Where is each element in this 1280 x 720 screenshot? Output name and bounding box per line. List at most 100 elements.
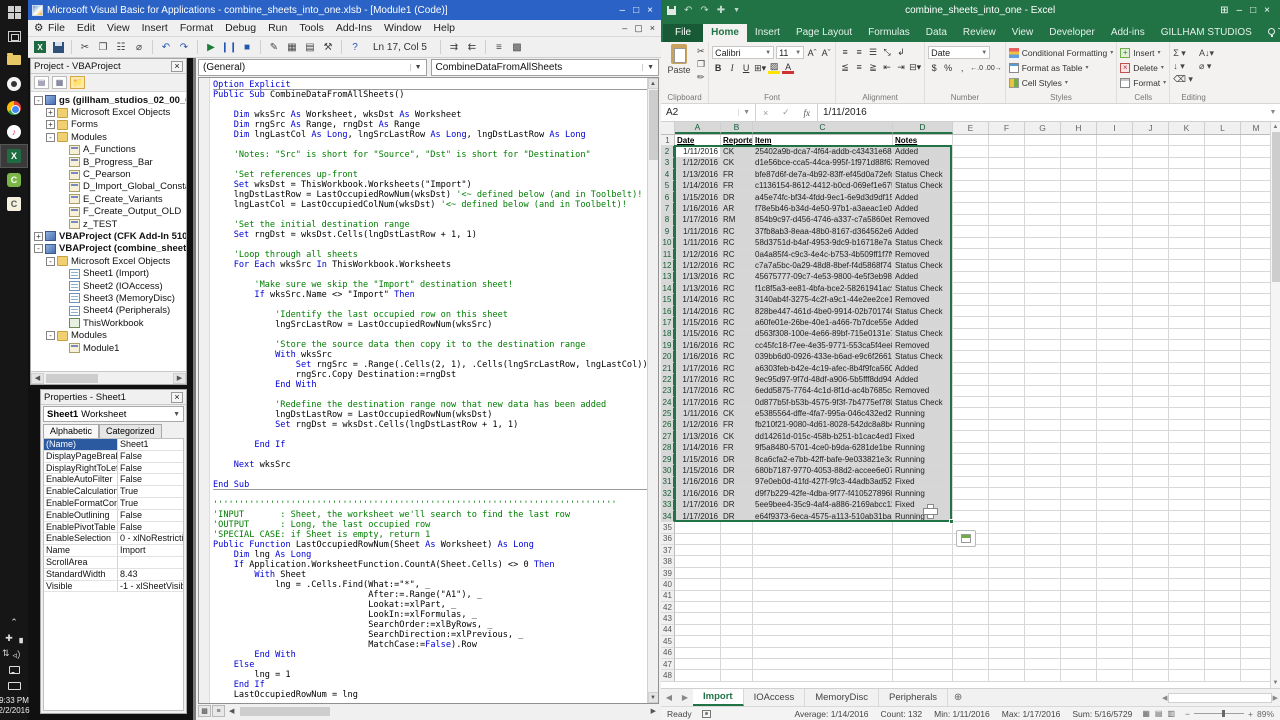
grid-cell-D36[interactable]	[893, 534, 953, 545]
grid-cell-G4[interactable]	[1025, 169, 1061, 180]
grid-cell-J44[interactable]	[1133, 625, 1169, 636]
grid-cell-D9[interactable]: Added	[893, 226, 953, 237]
grid-cell-E41[interactable]	[953, 591, 989, 602]
grid-cell-J9[interactable]	[1133, 226, 1169, 237]
grid-cell-F3[interactable]	[989, 158, 1025, 169]
code-line[interactable]: Option Explicit	[213, 80, 647, 90]
grid-cell-G2[interactable]	[1025, 146, 1061, 157]
save-button[interactable]	[50, 39, 66, 55]
grid-cell-I12[interactable]	[1097, 260, 1133, 271]
break-button[interactable]: ❙❙	[221, 39, 237, 55]
grid-cell-B6[interactable]: DR	[721, 192, 753, 203]
grid-cell-L7[interactable]	[1205, 203, 1241, 214]
grid-cell-F28[interactable]	[989, 443, 1025, 454]
grid-cell-A39[interactable]	[675, 568, 721, 579]
sheet-tab-import[interactable]: Import	[693, 689, 744, 706]
grid-cell-F40[interactable]	[989, 579, 1025, 590]
grid-cell-E38[interactable]	[953, 556, 989, 567]
grid-cell-I8[interactable]	[1097, 215, 1133, 226]
grid-cell-C23[interactable]: 6edd5875-7764-4c1d-8f1d-ac4b7685ca2a	[753, 386, 893, 397]
grid-cell-J32[interactable]	[1133, 488, 1169, 499]
grid-cell-I11[interactable]	[1097, 249, 1133, 260]
grid-cell-A6[interactable]: 1/15/2016	[675, 192, 721, 203]
grid-cell-D2[interactable]: Added	[893, 146, 953, 157]
grid-cell-D21[interactable]: Added	[893, 363, 953, 374]
property-value[interactable]: False	[118, 522, 183, 533]
grid-cell-I25[interactable]	[1097, 408, 1133, 419]
grid-cell-B7[interactable]: AR	[721, 203, 753, 214]
expand-icon[interactable]: +	[34, 232, 43, 241]
grid-cell-B38[interactable]	[721, 556, 753, 567]
grid-cell-L48[interactable]	[1205, 670, 1241, 681]
excel-close-button[interactable]: ×	[1264, 5, 1270, 16]
percent-style-button[interactable]: %	[942, 62, 954, 74]
autosum-button[interactable]: Σ ▾	[1173, 48, 1193, 59]
grid-cell-M44[interactable]	[1241, 625, 1270, 636]
ribbon-tab-insert[interactable]: Insert	[747, 24, 788, 42]
grid-cell-K37[interactable]	[1169, 545, 1205, 556]
row-header-48[interactable]: 48	[661, 670, 675, 681]
grid-cell-E22[interactable]	[953, 374, 989, 385]
column-header-B[interactable]: B	[721, 122, 753, 134]
scroll-down-icon[interactable]: ▼	[648, 692, 659, 703]
grid-cell-M36[interactable]	[1241, 534, 1270, 545]
grid-cell-G42[interactable]	[1025, 602, 1061, 613]
qat-customize-icon[interactable]: ▼	[733, 7, 740, 14]
grid-cell-L11[interactable]	[1205, 249, 1241, 260]
grid-cell-D7[interactable]: Added	[893, 203, 953, 214]
grid-cell-L26[interactable]	[1205, 420, 1241, 431]
grid-cell-H33[interactable]	[1061, 500, 1097, 511]
grid-cell-G43[interactable]	[1025, 613, 1061, 624]
grid-cell-A16[interactable]: 1/14/2016	[675, 306, 721, 317]
code-line[interactable]: Dim wksSrc As Worksheet, wksDst As Works…	[213, 110, 647, 120]
grid-cell-K25[interactable]	[1169, 408, 1205, 419]
grid-cell-K24[interactable]	[1169, 397, 1205, 408]
code-line[interactable]: Set rngDst = wksDst.Cells(lngDstLastRow …	[213, 420, 647, 430]
row-header-22[interactable]: 22	[661, 374, 675, 385]
find-select-button[interactable]: ⌀ ▾	[1199, 61, 1214, 72]
row-header-21[interactable]: 21	[661, 363, 675, 374]
grid-cell-E47[interactable]	[953, 659, 989, 670]
grid-cell-M40[interactable]	[1241, 579, 1270, 590]
code-line[interactable]: For Each wksSrc In ThisWorkbook.Workshee…	[213, 260, 647, 270]
grid-cell-E32[interactable]	[953, 488, 989, 499]
grid-cell-L16[interactable]	[1205, 306, 1241, 317]
menu-window[interactable]: Window	[378, 22, 427, 34]
center-button[interactable]: ≡	[853, 61, 865, 73]
grid-cell-F25[interactable]	[989, 408, 1025, 419]
conditional-formatting-button[interactable]: Conditional Formatting ▾	[1009, 46, 1114, 59]
grid-cell-M33[interactable]	[1241, 500, 1270, 511]
mdi-close-button[interactable]: ×	[650, 23, 655, 34]
grid-cell-E8[interactable]	[953, 215, 989, 226]
grid-cell-H19[interactable]	[1061, 340, 1097, 351]
ribbon-tab-developer[interactable]: Developer	[1041, 24, 1103, 42]
row-header-17[interactable]: 17	[661, 317, 675, 328]
tree-item[interactable]: +Forms	[31, 119, 186, 131]
grid-cell-C11[interactable]: 0a4a85f4-c9c3-4e4c-b753-4b509ff1f7f9	[753, 249, 893, 260]
grid-cell-H12[interactable]	[1061, 260, 1097, 271]
column-header-L[interactable]: L	[1205, 122, 1241, 134]
grid-cell-A44[interactable]	[675, 625, 721, 636]
grid-cell-B34[interactable]: DR	[721, 511, 753, 522]
ribbon-tab-gillham-studios[interactable]: GILLHAM STUDIOS	[1153, 24, 1260, 42]
grid-cell-A38[interactable]	[675, 556, 721, 567]
excel-taskbar-button[interactable]: X	[0, 144, 28, 168]
grid-cell-K14[interactable]	[1169, 283, 1205, 294]
grid-cell-M19[interactable]	[1241, 340, 1270, 351]
grid-cell-K3[interactable]	[1169, 158, 1205, 169]
grid-cell-H42[interactable]	[1061, 602, 1097, 613]
new-sheet-button[interactable]: ⊕	[948, 689, 968, 706]
property-row[interactable]: ScrollArea	[44, 557, 183, 569]
collapse-icon[interactable]: -	[46, 257, 55, 266]
row-header-5[interactable]: 5	[661, 181, 675, 192]
code-line[interactable]: End With	[213, 380, 647, 390]
grid-cell-C20[interactable]: 039bb6d0-0926-433e-b6ad-e9c6f26616c8	[753, 351, 893, 362]
code-line[interactable]	[213, 240, 647, 250]
grid-cell-K30[interactable]	[1169, 465, 1205, 476]
grid-cell-G25[interactable]	[1025, 408, 1061, 419]
outdent-button[interactable]: ⇇	[464, 39, 480, 55]
grid-cell-F27[interactable]	[989, 431, 1025, 442]
grid-cell-G44[interactable]	[1025, 625, 1061, 636]
grid-cell-F13[interactable]	[989, 272, 1025, 283]
grid-cell-C33[interactable]: 5ee9bee4-35c9-4af4-a886-2169abcc110f	[753, 500, 893, 511]
